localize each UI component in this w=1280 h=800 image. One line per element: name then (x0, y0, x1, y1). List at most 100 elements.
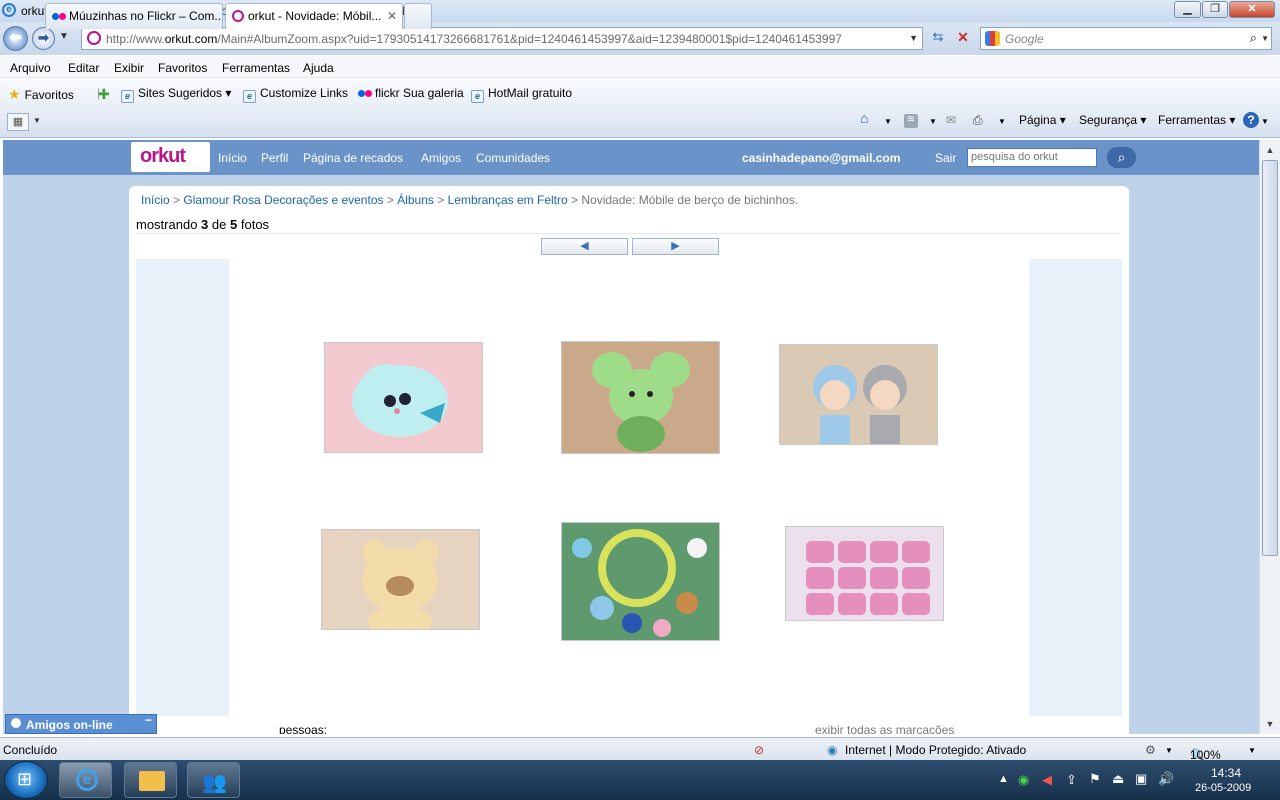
clock-date[interactable]: 26-05-2009 (1195, 782, 1251, 794)
protected-mode-icon[interactable]: ⚙ (1145, 743, 1156, 757)
address-url[interactable]: http://www.orkut.com/Main#AlbumZoom.aspx… (106, 32, 842, 46)
show-all-tags-link[interactable]: exibir todas as marcações (815, 723, 954, 734)
orkut-search-input[interactable]: pesquisa do orkut (967, 148, 1097, 167)
scroll-up-icon[interactable]: ▲ (1262, 142, 1278, 158)
print-icon[interactable]: ⎙ (973, 113, 983, 128)
search-icon[interactable]: ⌕ (1250, 30, 1257, 46)
taskbar-messenger-button[interactable]: 👥 (187, 762, 240, 798)
help-dropdown-icon[interactable]: ▼ (1261, 117, 1269, 126)
system-tray: ▲ ◉ ◀ ⇪ ⚑ ⏏ ▣ 🔊 14:34 26-05-2009 (990, 760, 1280, 800)
fav-link-flickr[interactable]: flickr Sua galeria (358, 86, 464, 100)
orkut-search-button[interactable]: ⌕ (1107, 147, 1136, 168)
previous-photo-button[interactable]: ◀ (541, 238, 628, 255)
fav-link-sites-sugeridos[interactable]: e Sites Sugeridos ▾ (121, 86, 231, 103)
photo-tile-felt-dolls (779, 344, 938, 445)
security-menu[interactable]: Segurança ▾ (1079, 113, 1146, 127)
device-icon[interactable]: ⏏ (1112, 771, 1124, 787)
logout-link[interactable]: Sair (935, 151, 956, 165)
protected-mode-dropdown-icon[interactable]: ▼ (1165, 746, 1173, 755)
history-dropdown-icon[interactable]: ▼ (59, 31, 69, 42)
new-tab-button[interactable] (404, 3, 432, 29)
taskbar-ie-button[interactable]: e (59, 762, 112, 798)
feed-dropdown-icon[interactable]: ▼ (929, 117, 937, 126)
home-icon[interactable]: ⌂ (860, 110, 868, 126)
menu-ferramentas[interactable]: Ferramentas (222, 61, 290, 75)
address-bar[interactable]: http://www.orkut.com/Main#AlbumZoom.aspx… (81, 27, 923, 50)
online-friends-panel[interactable]: Amigos on-line − (5, 713, 157, 734)
fav-link-label: Sites Sugeridos ▾ (138, 86, 232, 100)
scrollbar-thumb[interactable] (1262, 160, 1278, 556)
security-zone-text[interactable]: Internet | Modo Protegido: Ativado (845, 743, 1026, 757)
nav-inicio[interactable]: Início (218, 151, 247, 165)
close-tab-icon[interactable]: ✕ (387, 4, 397, 28)
minimize-button[interactable]: ▁ (1174, 1, 1201, 18)
zoom-dropdown-icon[interactable]: ▼ (1248, 746, 1256, 755)
help-icon[interactable]: ? (1243, 112, 1259, 128)
nav-amigos[interactable]: Amigos (421, 151, 461, 165)
nav-comunidades[interactable]: Comunidades (476, 151, 550, 165)
quick-tabs-icon[interactable]: ▦ (7, 113, 29, 131)
breadcrumb-profile[interactable]: Glamour Rosa Decorações e eventos (183, 193, 383, 207)
next-photo-button[interactable]: ▶ (632, 238, 719, 255)
tab-orkut[interactable]: orkut - Novidade: Móbil... ✕ (225, 3, 403, 29)
mail-icon[interactable]: ✉ (946, 113, 956, 127)
album-content: Início > Glamour Rosa Decorações e event… (129, 186, 1129, 734)
tab-list-dropdown-icon[interactable]: ▼ (33, 116, 41, 125)
restore-button[interactable]: ❐ (1202, 1, 1228, 18)
menu-favoritos[interactable]: Favoritos (158, 61, 207, 75)
nav-perfil[interactable]: Perfil (261, 151, 288, 165)
forward-button[interactable]: ➡ (32, 27, 55, 50)
vertical-scrollbar[interactable]: ▲ ▼ (1259, 140, 1280, 734)
rss-feed-icon[interactable]: ≋ (904, 114, 918, 128)
felt-cat-thumbnail (325, 343, 482, 452)
volume-icon[interactable]: 🔊 (1158, 771, 1174, 787)
taskbar-explorer-button[interactable] (124, 762, 177, 798)
search-box[interactable]: Google ⌕ ▼ (980, 27, 1272, 50)
antivirus-icon[interactable]: ◉ (1018, 772, 1029, 788)
breadcrumb-inicio[interactable]: Início (141, 193, 170, 207)
home-dropdown-icon[interactable]: ▼ (884, 117, 892, 126)
flickr-icon (52, 4, 66, 28)
favorites-label: Favoritos (24, 88, 74, 102)
tools-menu[interactable]: Ferramentas ▾ (1158, 113, 1235, 127)
page-viewport: orkut Início Perfil Página de recados Am… (3, 140, 1259, 734)
breadcrumb-albums[interactable]: Álbuns (397, 193, 434, 207)
fav-link-hotmail[interactable]: e HotMail gratuito (471, 86, 572, 103)
address-dropdown-icon[interactable]: ▼ (909, 33, 918, 43)
start-button[interactable]: ⊞ (4, 761, 48, 799)
nav-recados[interactable]: Página de recados (303, 151, 403, 165)
orkut-favicon-icon (87, 31, 101, 45)
menu-ajuda[interactable]: Ajuda (303, 61, 334, 75)
fav-link-label: flickr Sua galeria (375, 86, 464, 100)
scroll-down-icon[interactable]: ▼ (1262, 716, 1278, 732)
search-dropdown-icon[interactable]: ▼ (1261, 34, 1269, 43)
felt-mobile-thumbnail (562, 523, 719, 640)
favorites-bar: ★ Favoritos | ✚ e Sites Sugeridos ▾ e Custo… (0, 79, 1280, 107)
menu-arquivo[interactable]: Arquivo (10, 61, 51, 75)
add-favorite-icon[interactable]: ✚ (98, 86, 110, 103)
menu-exibir[interactable]: Exibir (114, 61, 144, 75)
photo-image[interactable] (229, 259, 1029, 716)
close-window-button[interactable]: ✕ (1229, 1, 1275, 18)
breadcrumb-album[interactable]: Lembranças em Feltro (448, 193, 568, 207)
refresh-icon[interactable]: ⇆ (927, 29, 949, 49)
update-icon[interactable]: ⇪ (1066, 772, 1077, 788)
back-button[interactable]: ⬅ (3, 26, 28, 51)
favorites-button[interactable]: ★ Favoritos (8, 86, 74, 103)
network-icon[interactable]: ▣ (1135, 771, 1147, 787)
print-dropdown-icon[interactable]: ▼ (998, 117, 1006, 126)
security-icon[interactable]: ◀ (1042, 772, 1052, 788)
clock-time[interactable]: 14:34 (1211, 766, 1241, 780)
fav-link-customize[interactable]: e Customize Links (243, 86, 348, 103)
orkut-logo[interactable]: orkut (131, 142, 210, 172)
popup-blocker-icon[interactable]: ⊘ (754, 743, 764, 757)
orkut-header: orkut Início Perfil Página de recados Am… (3, 140, 1259, 175)
stop-icon[interactable]: ✕ (953, 29, 973, 49)
show-hidden-icons-icon[interactable]: ▲ (998, 773, 1009, 785)
menu-editar[interactable]: Editar (68, 61, 99, 75)
page-menu[interactable]: Página ▾ (1019, 113, 1066, 127)
breadcrumb-separator: > (571, 193, 579, 207)
minimize-panel-icon[interactable]: − (145, 713, 152, 727)
action-center-icon[interactable]: ⚑ (1089, 771, 1101, 787)
tab-flickr[interactable]: Múuzinhas no Flickr – Com... (45, 3, 223, 29)
